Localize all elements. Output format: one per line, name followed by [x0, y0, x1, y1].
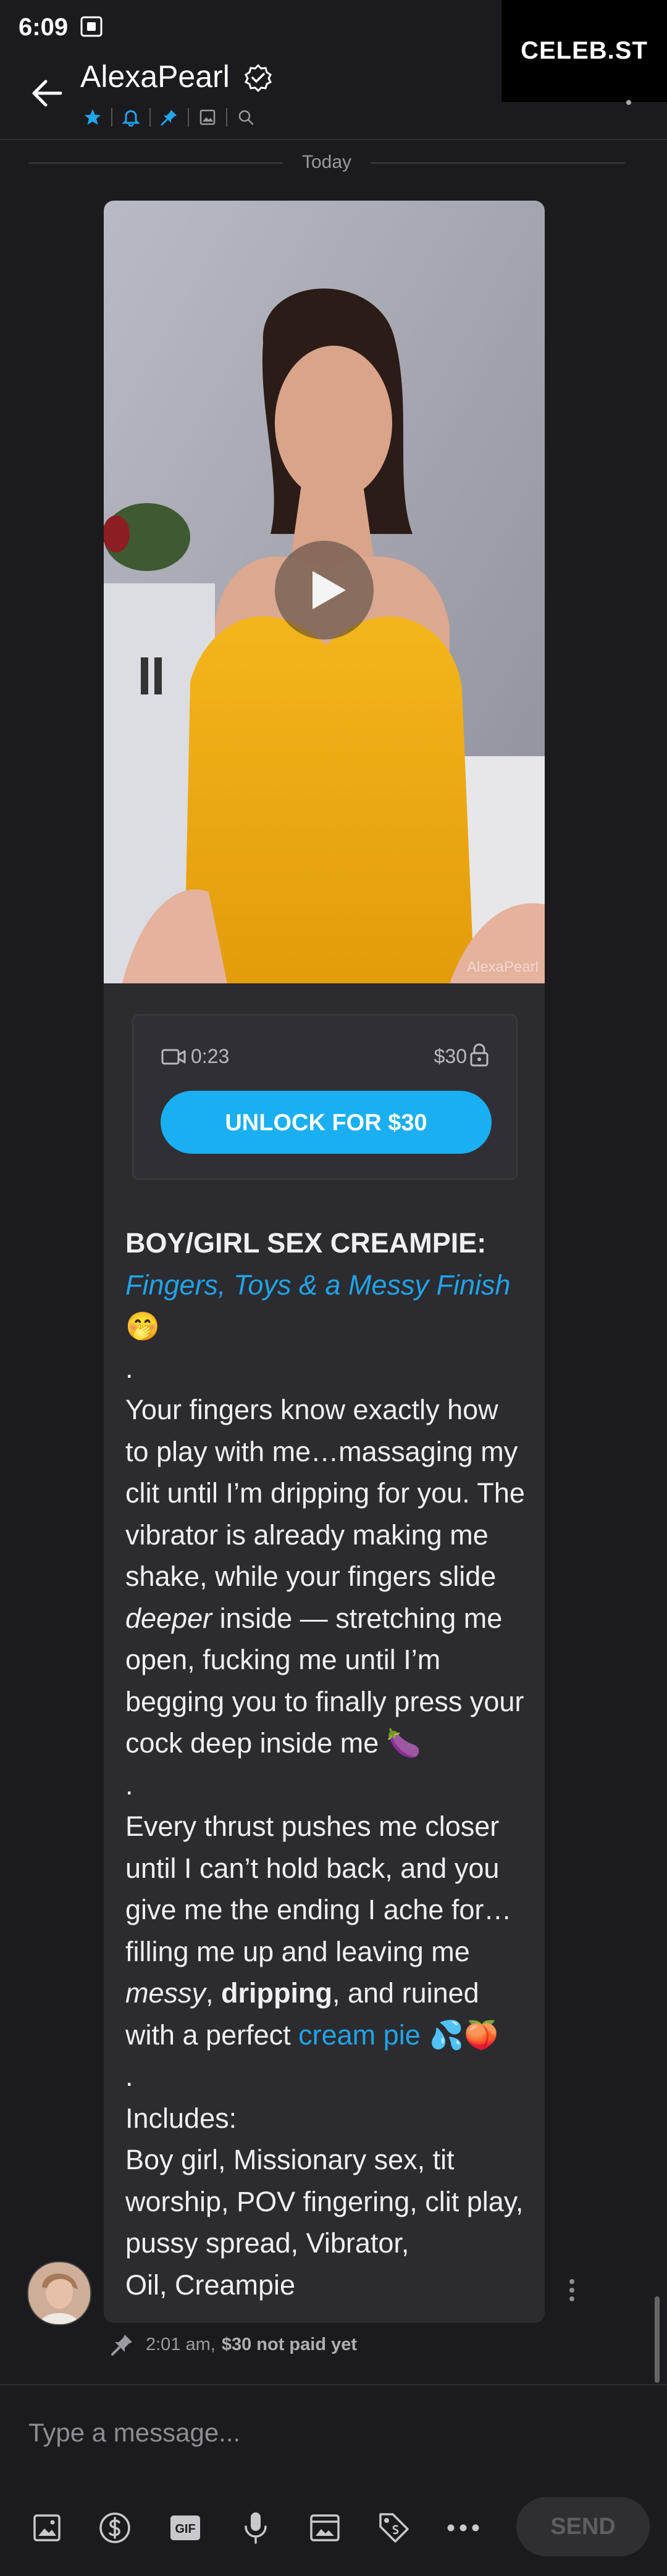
message-input[interactable]: [27, 2414, 585, 2452]
date-separator-label: Today: [301, 152, 352, 172]
divider: [149, 108, 151, 127]
composer-divider: [0, 2384, 667, 2385]
includes-text: Boy girl, Missionary sex, tit worship, P…: [125, 2144, 524, 2259]
lock-icon: [470, 1043, 489, 1067]
media-price: $30: [434, 1045, 467, 1067]
star-icon[interactable]: [79, 104, 106, 131]
image-icon[interactable]: [194, 104, 221, 131]
play-button[interactable]: [275, 541, 374, 640]
pin-icon[interactable]: [110, 2332, 135, 2357]
search-icon[interactable]: [232, 104, 259, 131]
send-button[interactable]: SEND: [516, 2497, 650, 2556]
caption-paragraph-2: Every thrust pushes me closer until I ca…: [125, 1806, 527, 2056]
avatar-image: [28, 2262, 90, 2324]
caption-emphasis: messy: [125, 1977, 206, 2009]
vault-icon[interactable]: [308, 2511, 342, 2545]
header-divider: [0, 139, 667, 140]
scrollbar[interactable]: [655, 2296, 660, 2383]
more-options-icon[interactable]: [626, 100, 631, 105]
caption-text: Every thrust pushes me closer until I ca…: [125, 1811, 512, 1967]
microphone-icon[interactable]: [238, 2511, 273, 2545]
caption-heading: BOY/GIRL SEX CREAMPIE:: [125, 1227, 487, 1259]
status-time: 6:09: [19, 14, 69, 41]
divider: [226, 108, 227, 127]
includes-label: Includes:: [125, 2102, 237, 2134]
caption-subheading: Fingers, Toys & a Messy Finish: [125, 1269, 511, 1301]
gif-icon[interactable]: GIF: [168, 2511, 203, 2545]
message-bubble: AlexaPearl 0:23 $30 UNLOCK FOR $30 BOY/G…: [104, 201, 545, 2323]
message-time: 2:01 am,: [146, 2334, 216, 2354]
video-watermark: AlexaPearl: [466, 959, 539, 975]
chat-title[interactable]: AlexaPearl: [80, 59, 230, 94]
caption-dot: .: [125, 1769, 133, 1801]
payment-status: $30 not paid yet: [221, 2334, 358, 2354]
price-tag-icon[interactable]: [377, 2511, 411, 2545]
screenshot-icon: [80, 16, 103, 37]
site-watermark: CELEB.ST: [501, 0, 667, 102]
verified-badge-icon: [244, 64, 272, 92]
caption-link[interactable]: cream pie: [298, 2019, 421, 2051]
image-icon[interactable]: [30, 2511, 64, 2545]
caption-text: ,: [206, 1977, 222, 2009]
header-action-icons: [79, 104, 259, 131]
video-camera-icon: [161, 1049, 186, 1065]
dollar-icon[interactable]: [98, 2511, 132, 2545]
gif-label: GIF: [175, 2522, 195, 2536]
caption-text: Your fingers know exactly how to play wi…: [125, 1394, 525, 1592]
video-duration: 0:23: [191, 1045, 230, 1067]
pin-icon[interactable]: [156, 104, 183, 131]
caption-dot: .: [125, 2061, 133, 2092]
includes-text-last: Oil, Creampie: [125, 2269, 296, 2301]
date-separator: Today: [28, 152, 625, 173]
caption-dot: .: [125, 1352, 133, 1384]
caption-bold: dripping: [221, 1977, 332, 2009]
unlock-button[interactable]: UNLOCK FOR $30: [161, 1091, 492, 1154]
divider: [111, 108, 112, 127]
caption-paragraph-1: Your fingers know exactly how to play wi…: [125, 1389, 527, 1764]
caption-emoji: 🤭: [125, 1310, 161, 1343]
caption-emoji: 💦🍑: [420, 2018, 499, 2051]
back-arrow-icon[interactable]: [25, 71, 69, 115]
video-preview[interactable]: AlexaPearl: [104, 201, 545, 983]
message-meta: 2:01 am, $30 not paid yet: [110, 2332, 357, 2357]
play-icon: [313, 571, 346, 609]
caption-emoji: 🍆: [386, 1727, 421, 1759]
message-options-icon[interactable]: [568, 2279, 576, 2304]
message-caption: BOY/GIRL SEX CREAMPIE: Fingers, Toys & a…: [125, 1222, 527, 2306]
locked-media-card: 0:23 $30 UNLOCK FOR $30: [132, 1014, 518, 1180]
site-watermark-text: CELEB.ST: [521, 37, 648, 64]
more-icon[interactable]: [446, 2511, 480, 2545]
caption-emphasis: deeper: [125, 1602, 212, 1634]
divider: [188, 108, 189, 127]
bell-icon[interactable]: [117, 104, 145, 131]
avatar[interactable]: [27, 2261, 91, 2325]
